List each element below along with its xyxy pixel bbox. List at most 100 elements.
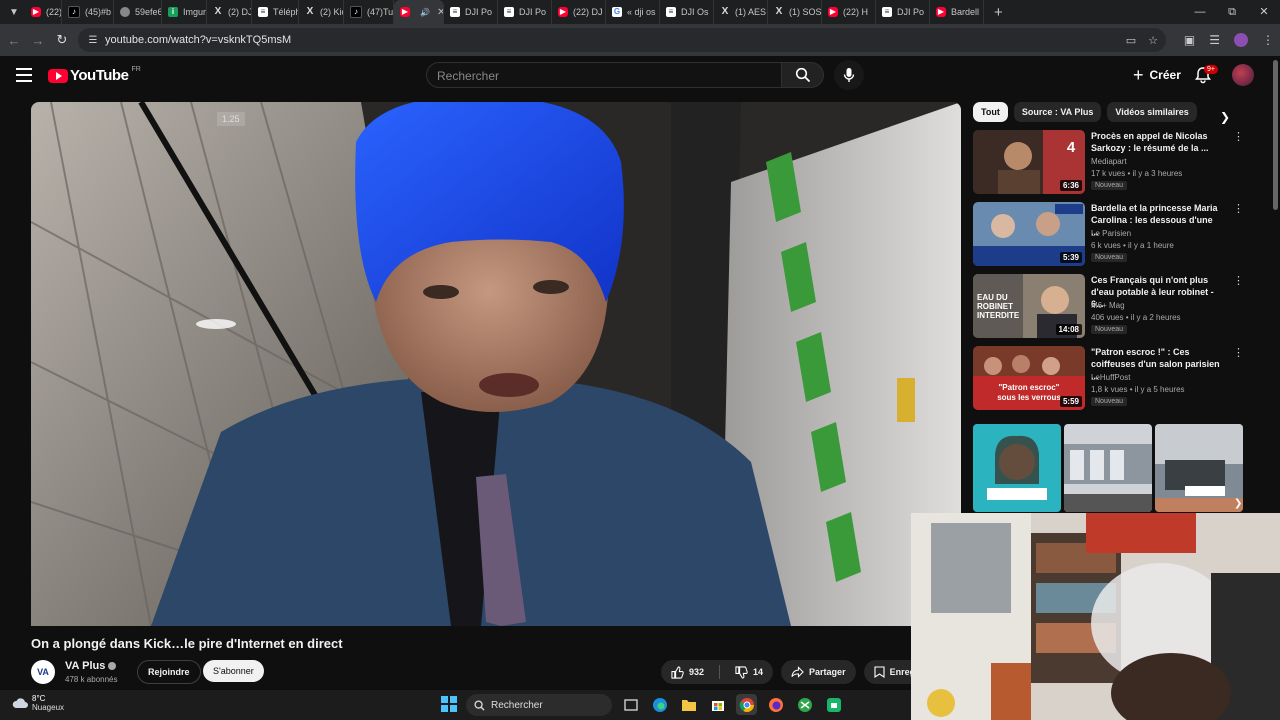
save-icon — [874, 666, 885, 678]
short-thumbnail[interactable] — [973, 424, 1061, 512]
like-button[interactable]: 932 — [661, 660, 714, 684]
youtube-logo[interactable]: YouTube FR — [48, 66, 141, 84]
video-thumbnail[interactable]: 4 6:36 — [973, 130, 1085, 194]
channel-name-wrap[interactable]: VA Plus — [65, 660, 117, 672]
browser-tab[interactable]: ▶ (22) H — [822, 0, 876, 24]
join-button[interactable]: Rejoindre — [137, 660, 201, 684]
voice-search-button[interactable] — [834, 60, 864, 90]
browser-tab[interactable]: ≡ DJI Os — [660, 0, 714, 24]
maximize-icon[interactable]: ⧉ — [1216, 0, 1248, 24]
minimize-icon[interactable]: — — [1184, 0, 1216, 24]
related-video[interactable]: EAU DU ROBINET INTERDITE 14:08 Ces Franç… — [973, 274, 1244, 338]
chip-source[interactable]: Source : VA Plus — [1013, 102, 1102, 122]
related-video[interactable]: 4 6:36 Procès en appel de Nicolas Sarkoz… — [973, 130, 1244, 194]
create-button[interactable]: + Créer — [1125, 62, 1189, 88]
channel-name[interactable]: VA Plus — [65, 660, 105, 672]
video-thumbnail[interactable]: "Patron escroc" sous les verrous 5:59 — [973, 346, 1085, 410]
dislike-button[interactable]: 14 — [725, 660, 773, 684]
file-explorer-icon[interactable] — [678, 694, 699, 715]
document-icon: ≡ — [450, 7, 460, 17]
browser-tab[interactable]: X (2) Kick — [299, 0, 344, 24]
subscribe-button[interactable]: S'abonner — [203, 660, 264, 682]
xbox-app-icon[interactable] — [794, 694, 815, 715]
related-video-channel[interactable]: LeHuffPost — [1091, 373, 1130, 382]
browser-tab-label: DJI Po — [519, 7, 547, 17]
browser-tab-label: « dji os — [627, 7, 656, 17]
related-video-channel[interactable]: Mediapart — [1091, 157, 1127, 166]
install-app-icon[interactable]: ▭ — [1126, 34, 1136, 47]
bookmark-star-icon[interactable]: ☆ — [1148, 34, 1158, 47]
related-video[interactable]: "Patron escroc" sous les verrous 5:59 "P… — [973, 346, 1244, 410]
media-controls-icon[interactable]: ☰ — [1209, 33, 1220, 47]
speaker-icon[interactable]: 🔊 — [420, 8, 430, 17]
more-options-icon[interactable]: ⋮ — [1233, 202, 1244, 215]
microphone-icon — [843, 68, 855, 82]
related-video[interactable]: 5:39 Bardella et la princesse Maria Caro… — [973, 202, 1244, 266]
browser-tab[interactable]: ≡ DJI Po — [498, 0, 552, 24]
browser-tab[interactable]: ▶ Bardell — [930, 0, 984, 24]
browser-tab-label: DJI Os — [681, 7, 709, 17]
browser-tab[interactable]: X (1) SOS — [768, 0, 822, 24]
related-video-channel[interactable]: Le Parisien — [1091, 229, 1131, 238]
forward-icon[interactable]: → — [26, 33, 50, 48]
weather-widget[interactable]: 8°C Nuageux — [12, 694, 64, 712]
share-button[interactable]: Partager — [781, 660, 856, 684]
close-window-icon[interactable]: ✕ — [1248, 0, 1280, 24]
new-tab-icon[interactable]: + — [994, 4, 1003, 21]
browser-tab[interactable]: ♪ (47)Tut — [344, 0, 394, 24]
more-options-icon[interactable]: ⋮ — [1233, 346, 1244, 359]
profile-avatar[interactable] — [1234, 33, 1248, 47]
video-player[interactable]: 1.25 — [31, 102, 961, 626]
browser-tab[interactable]: ≡ DJI Po — [876, 0, 930, 24]
browser-tab[interactable]: ▶ (22) DJ — [552, 0, 606, 24]
search-input[interactable] — [435, 63, 769, 89]
video-thumbnail[interactable]: EAU DU ROBINET INTERDITE 14:08 — [973, 274, 1085, 338]
shorts-chevron-right-icon[interactable]: ❯ — [1234, 498, 1242, 509]
firefox-icon[interactable] — [765, 694, 786, 715]
browser-tab[interactable]: 59efe6 — [114, 0, 162, 24]
back-icon[interactable]: ← — [2, 33, 26, 48]
account-avatar[interactable] — [1232, 64, 1254, 86]
task-view-icon[interactable] — [620, 694, 641, 715]
page-scrollbar[interactable] — [1273, 60, 1278, 210]
url-text[interactable]: youtube.com/watch?v=vsknkTQ5msM — [105, 34, 291, 46]
edge-browser-icon[interactable] — [649, 694, 670, 715]
more-options-icon[interactable]: ⋮ — [1233, 130, 1244, 143]
chip-all[interactable]: Tout — [973, 102, 1008, 122]
windows-start-icon[interactable] — [441, 696, 457, 712]
browser-tab[interactable]: X (2) DJI — [207, 0, 252, 24]
android-app-icon[interactable] — [823, 694, 844, 715]
browser-tab[interactable]: ≡ Télépho — [252, 0, 299, 24]
browser-tab[interactable]: ≡ DJI Po — [444, 0, 498, 24]
browser-tab[interactable]: i Imgur — [162, 0, 207, 24]
extensions-icon[interactable]: ▣ — [1184, 33, 1195, 47]
video-thumbnail[interactable]: 5:39 — [973, 202, 1085, 266]
chrome-icon[interactable] — [736, 694, 757, 715]
chip-similar[interactable]: Vidéos similaires — [1107, 102, 1197, 122]
chevron-right-icon[interactable]: ❯ — [1220, 110, 1230, 124]
search-button[interactable] — [782, 62, 824, 88]
browser-tab[interactable]: G « dji os — [606, 0, 660, 24]
taskbar-search[interactable]: Rechercher — [466, 694, 612, 716]
site-info-icon[interactable]: ☰ — [87, 34, 99, 46]
more-options-icon[interactable]: ⋮ — [1233, 274, 1244, 287]
reload-icon[interactable]: ↻ — [50, 32, 74, 48]
close-tab-icon[interactable]: ✕ — [437, 7, 443, 18]
like-dislike-group: 932 14 — [661, 660, 774, 684]
video-frame-image — [31, 102, 961, 626]
related-video-channel[interactable]: M6+ Mag — [1091, 301, 1125, 310]
related-video-title[interactable]: Procès en appel de Nicolas Sarkozy : le … — [1091, 130, 1221, 154]
browser-tab[interactable]: X (1) AES — [714, 0, 768, 24]
channel-avatar[interactable]: VA — [31, 660, 55, 684]
guide-menu-icon[interactable] — [16, 68, 32, 86]
short-thumbnail[interactable] — [1064, 424, 1152, 512]
browser-tab[interactable]: ▶ (22) Ce — [25, 0, 62, 24]
browser-tab[interactable]: ▶ 🔊 ✕ — [394, 0, 444, 24]
tab-search-chevron-icon[interactable]: ▼ — [3, 1, 25, 23]
search-icon — [795, 67, 810, 83]
browser-tab[interactable]: ♪ (45)#b — [62, 0, 114, 24]
address-bar[interactable]: ☰ youtube.com/watch?v=vsknkTQ5msM ▭ ☆ — [78, 28, 1166, 52]
browser-menu-icon[interactable]: ⋮ — [1262, 33, 1274, 47]
short-thumbnail[interactable] — [1155, 424, 1243, 512]
microsoft-store-icon[interactable] — [707, 694, 728, 715]
